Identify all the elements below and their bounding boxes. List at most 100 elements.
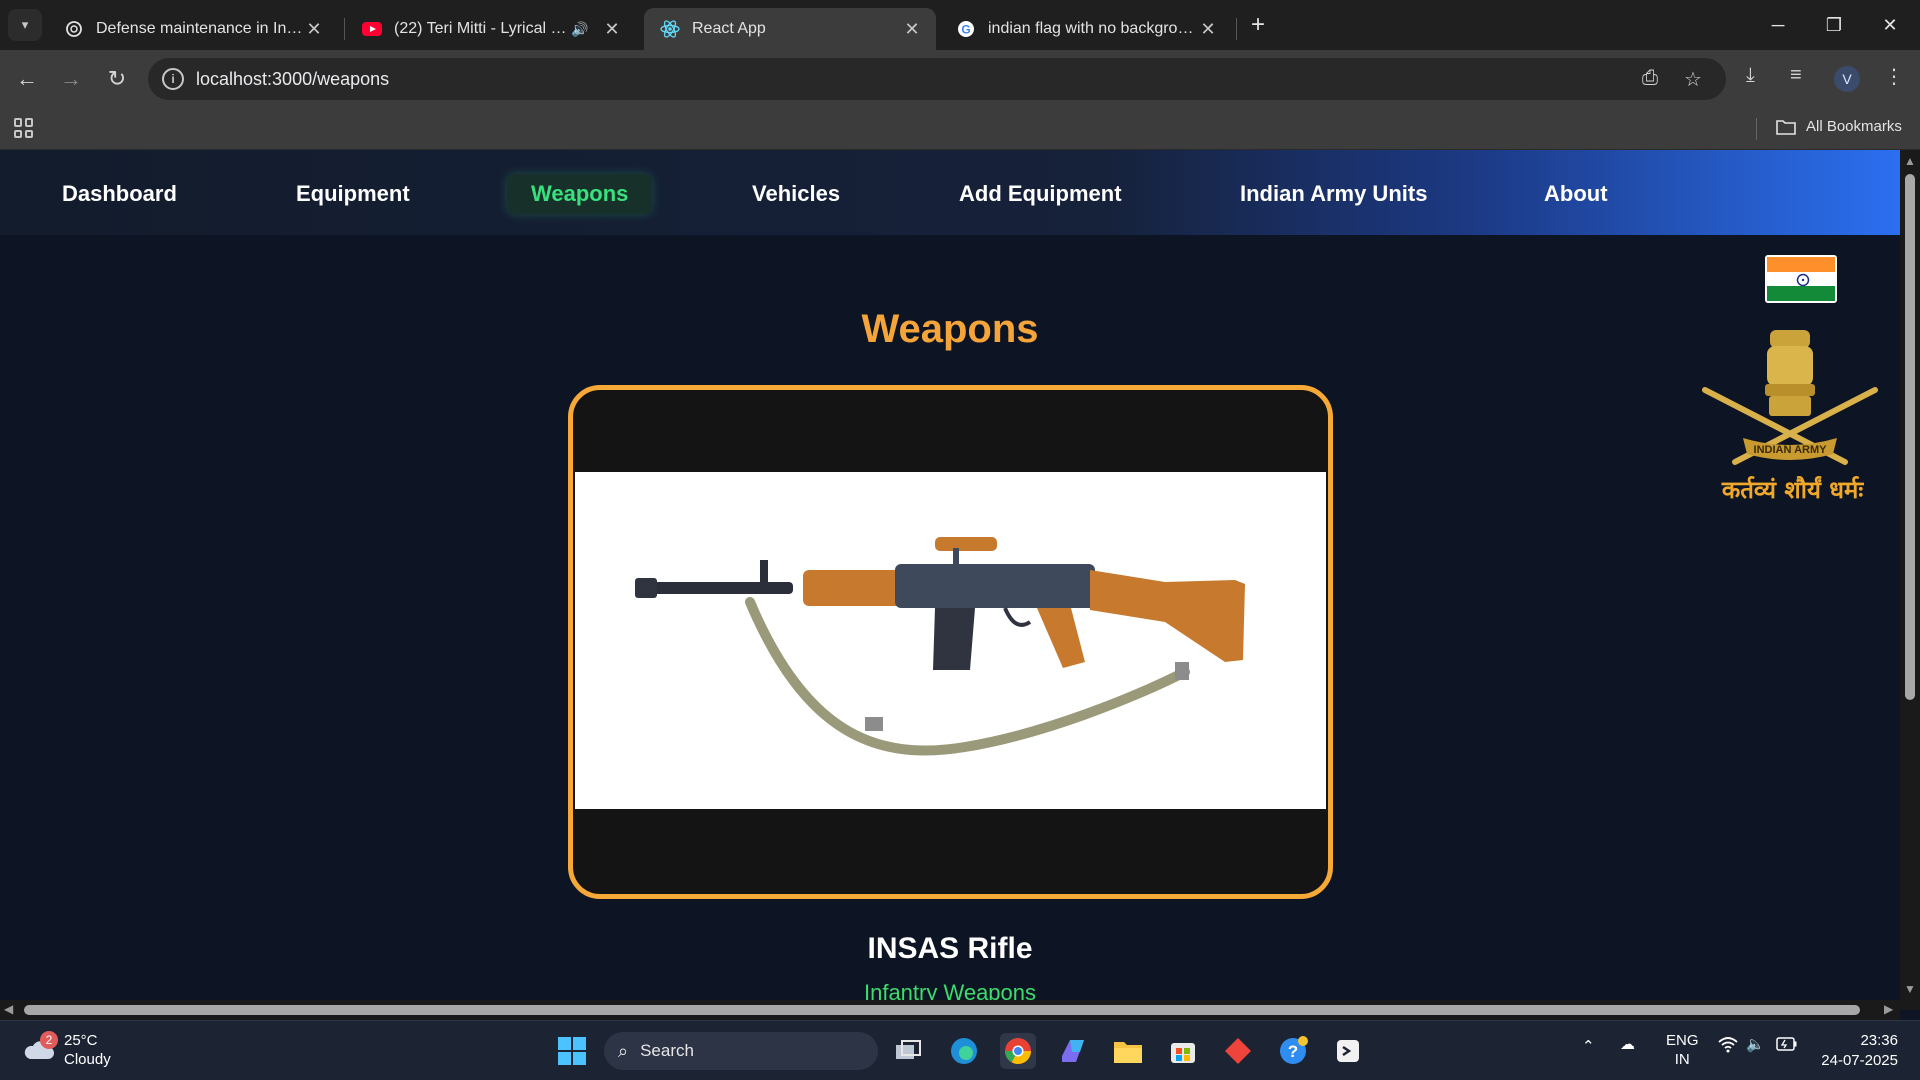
vertical-scrollbar[interactable]: ▲ ▼ xyxy=(1900,150,1920,1010)
scroll-left-arrow[interactable]: ◀ xyxy=(4,1002,13,1016)
windows-taskbar: 2 25°C Cloudy ⌕ Search ? ⌃ ☁ ENG IN 🔈 23… xyxy=(0,1020,1920,1080)
back-button[interactable]: ← xyxy=(12,64,42,94)
tab-search-button[interactable]: ▾ xyxy=(8,9,42,41)
tab-react-app[interactable]: React App ✕ xyxy=(644,8,936,50)
rifle-illustration xyxy=(635,537,1245,756)
weather-temp: 25°C xyxy=(64,1032,98,1049)
onedrive-status-icon[interactable]: ☁ xyxy=(1620,1035,1635,1053)
restore-button[interactable]: ❐ xyxy=(1814,10,1854,40)
horizontal-scroll-thumb[interactable] xyxy=(24,1005,1860,1015)
scroll-right-arrow[interactable]: ▶ xyxy=(1884,1002,1893,1016)
chrome-icon[interactable] xyxy=(1000,1033,1036,1069)
browser-tabstrip: ▾ Defense maintenance in India ✕ (22) Te… xyxy=(0,0,1920,50)
bookmarks-bar: All Bookmarks xyxy=(0,108,1920,150)
nav-dashboard[interactable]: Dashboard xyxy=(38,174,201,214)
reload-button[interactable]: ↻ xyxy=(102,64,132,94)
close-window-button[interactable]: ✕ xyxy=(1870,10,1910,40)
taskbar-search[interactable]: ⌕ Search xyxy=(604,1032,878,1070)
language-indicator[interactable]: ENG IN xyxy=(1666,1031,1699,1069)
tab-title: React App xyxy=(692,20,766,37)
bookmarks-separator xyxy=(1756,118,1757,140)
tab-indian-flag-search[interactable]: G indian flag with no background ✕ xyxy=(940,8,1232,50)
youtube-icon xyxy=(362,19,382,39)
tab-title: Defense maintenance in India xyxy=(96,20,304,37)
clock-time: 23:36 xyxy=(1860,1032,1898,1049)
address-bar[interactable]: i localhost:3000/weapons ⎙ ☆ xyxy=(148,58,1726,100)
system-clock[interactable]: 23:36 24-07-2025 xyxy=(1808,1031,1898,1071)
url-text[interactable]: localhost:3000/weapons xyxy=(196,69,389,90)
microsoft-store-icon[interactable] xyxy=(1165,1033,1201,1069)
weather-condition: Cloudy xyxy=(64,1051,111,1068)
site-info-icon[interactable]: i xyxy=(162,68,184,90)
react-icon xyxy=(660,19,680,39)
nav-indian-army-units[interactable]: Indian Army Units xyxy=(1216,174,1451,214)
scroll-up-arrow[interactable]: ▲ xyxy=(1904,154,1916,168)
folder-icon xyxy=(1776,119,1796,135)
army-motto: कर्तव्यं शौर्यं धर्मः xyxy=(1721,476,1864,504)
google-icon: G xyxy=(956,19,976,39)
weather-widget[interactable]: 2 25°C Cloudy xyxy=(22,1031,111,1069)
nav-add-equipment[interactable]: Add Equipment xyxy=(935,174,1146,214)
volume-icon[interactable]: 🔈 xyxy=(1746,1035,1765,1053)
app-navbar: Dashboard Equipment Weapons Vehicles Add… xyxy=(0,150,1900,235)
terminal-app-icon[interactable] xyxy=(1330,1033,1366,1069)
weather-badge: 2 xyxy=(40,1031,58,1049)
nav-about[interactable]: About xyxy=(1520,174,1632,214)
show-hidden-icons-chevron[interactable]: ⌃ xyxy=(1582,1037,1595,1055)
tab-title: indian flag with no background xyxy=(988,20,1198,37)
tab-title: (22) Teri Mitti - Lyrical | Kesari xyxy=(394,20,570,37)
all-bookmarks-label: All Bookmarks xyxy=(1806,118,1902,135)
media-control-icon[interactable]: ≡ xyxy=(1790,64,1802,87)
minimize-button[interactable]: ─ xyxy=(1758,10,1798,40)
tab-separator xyxy=(1236,18,1237,40)
svg-text:?: ? xyxy=(1288,1042,1298,1061)
close-tab-icon[interactable]: ✕ xyxy=(304,19,324,40)
menu-kebab-icon[interactable]: ⋮ xyxy=(1884,64,1904,89)
new-tab-button[interactable]: + xyxy=(1244,12,1272,40)
nav-weapons[interactable]: Weapons xyxy=(507,174,653,214)
close-tab-icon[interactable]: ✕ xyxy=(1198,19,1218,40)
apps-grid-icon[interactable] xyxy=(14,118,34,138)
download-icon[interactable]: ⤓ xyxy=(1746,64,1755,87)
weapon-card[interactable] xyxy=(568,385,1333,899)
search-label: Search xyxy=(640,1041,694,1060)
battery-icon[interactable] xyxy=(1776,1037,1798,1055)
nav-vehicles[interactable]: Vehicles xyxy=(728,174,864,214)
file-explorer-icon[interactable] xyxy=(1110,1033,1146,1069)
search-icon: ⌕ xyxy=(618,1040,629,1061)
region-code: IN xyxy=(1674,1051,1690,1068)
clock-date: 24-07-2025 xyxy=(1821,1052,1898,1069)
nav-equipment[interactable]: Equipment xyxy=(272,174,434,214)
copilot-icon[interactable] xyxy=(1055,1033,1091,1069)
bookmark-star-icon[interactable]: ☆ xyxy=(1684,67,1702,92)
cloud-icon: 2 xyxy=(22,1031,58,1063)
browser-toolbar: ← → ↻ i localhost:3000/weapons ⎙ ☆ ⤓ ≡ V… xyxy=(0,50,1920,108)
edge-icon[interactable] xyxy=(946,1033,982,1069)
weapon-image xyxy=(575,472,1326,809)
page-title: Weapons xyxy=(861,307,1039,351)
windows-start-icon[interactable] xyxy=(554,1033,590,1069)
speaker-icon[interactable]: 🔊 xyxy=(570,21,590,38)
profile-avatar[interactable]: V xyxy=(1834,66,1860,92)
language-code: ENG xyxy=(1666,1032,1699,1049)
svg-text:INDIAN ARMY: INDIAN ARMY xyxy=(1754,444,1828,456)
weapons-page: Weapons INSAS Rifle Infantry Weapons IND… xyxy=(0,235,1900,1010)
wifi-icon[interactable] xyxy=(1718,1037,1738,1057)
close-tab-icon[interactable]: ✕ xyxy=(902,19,922,40)
svg-text:G: G xyxy=(961,23,970,37)
weapon-name: INSAS Rifle xyxy=(867,932,1033,965)
install-app-icon[interactable]: ⎙ xyxy=(1642,67,1658,90)
tab-defense-maintenance[interactable]: Defense maintenance in India ✕ xyxy=(48,8,338,50)
close-tab-icon[interactable]: ✕ xyxy=(602,19,622,40)
task-view-icon[interactable] xyxy=(890,1033,926,1069)
indian-flag-icon xyxy=(1765,255,1837,303)
get-help-icon[interactable]: ? xyxy=(1275,1033,1311,1069)
anydesk-icon[interactable] xyxy=(1220,1033,1256,1069)
openai-icon xyxy=(64,19,84,39)
horizontal-scrollbar[interactable]: ◀ ▶ xyxy=(0,1000,1900,1020)
vertical-scroll-thumb[interactable] xyxy=(1905,174,1915,700)
tab-teri-mitti[interactable]: (22) Teri Mitti - Lyrical | Kesari 🔊 ✕ xyxy=(346,8,636,50)
scroll-down-arrow[interactable]: ▼ xyxy=(1904,982,1916,996)
forward-button[interactable]: → xyxy=(56,64,86,94)
all-bookmarks-button[interactable]: All Bookmarks xyxy=(1776,118,1902,135)
